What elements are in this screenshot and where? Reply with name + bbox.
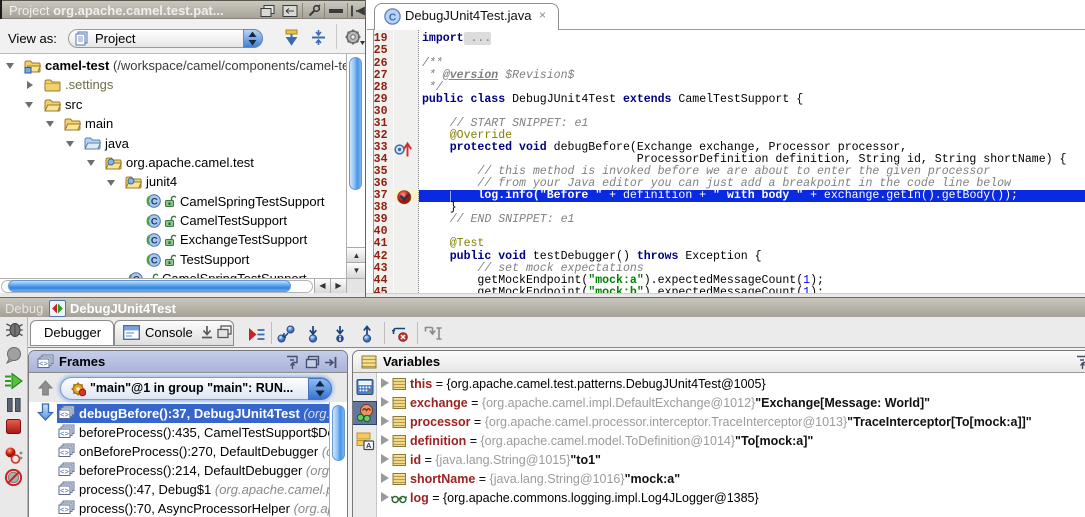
svg-text:C: C [151, 235, 158, 246]
svg-text:C: C [151, 197, 158, 208]
svg-text:A: A [366, 441, 372, 450]
svg-text:<>: <> [39, 361, 49, 369]
svg-text:C: C [151, 216, 158, 227]
svg-text:<>: <> [60, 431, 70, 439]
svg-text:<>: <> [60, 412, 70, 420]
svg-text:C: C [151, 255, 158, 266]
svg-text:<>: <> [60, 469, 70, 477]
svg-text:<>: <> [60, 507, 70, 515]
svg-text:<>: <> [60, 488, 70, 496]
svg-text:C: C [389, 12, 396, 23]
svg-text:<>: <> [60, 450, 70, 458]
